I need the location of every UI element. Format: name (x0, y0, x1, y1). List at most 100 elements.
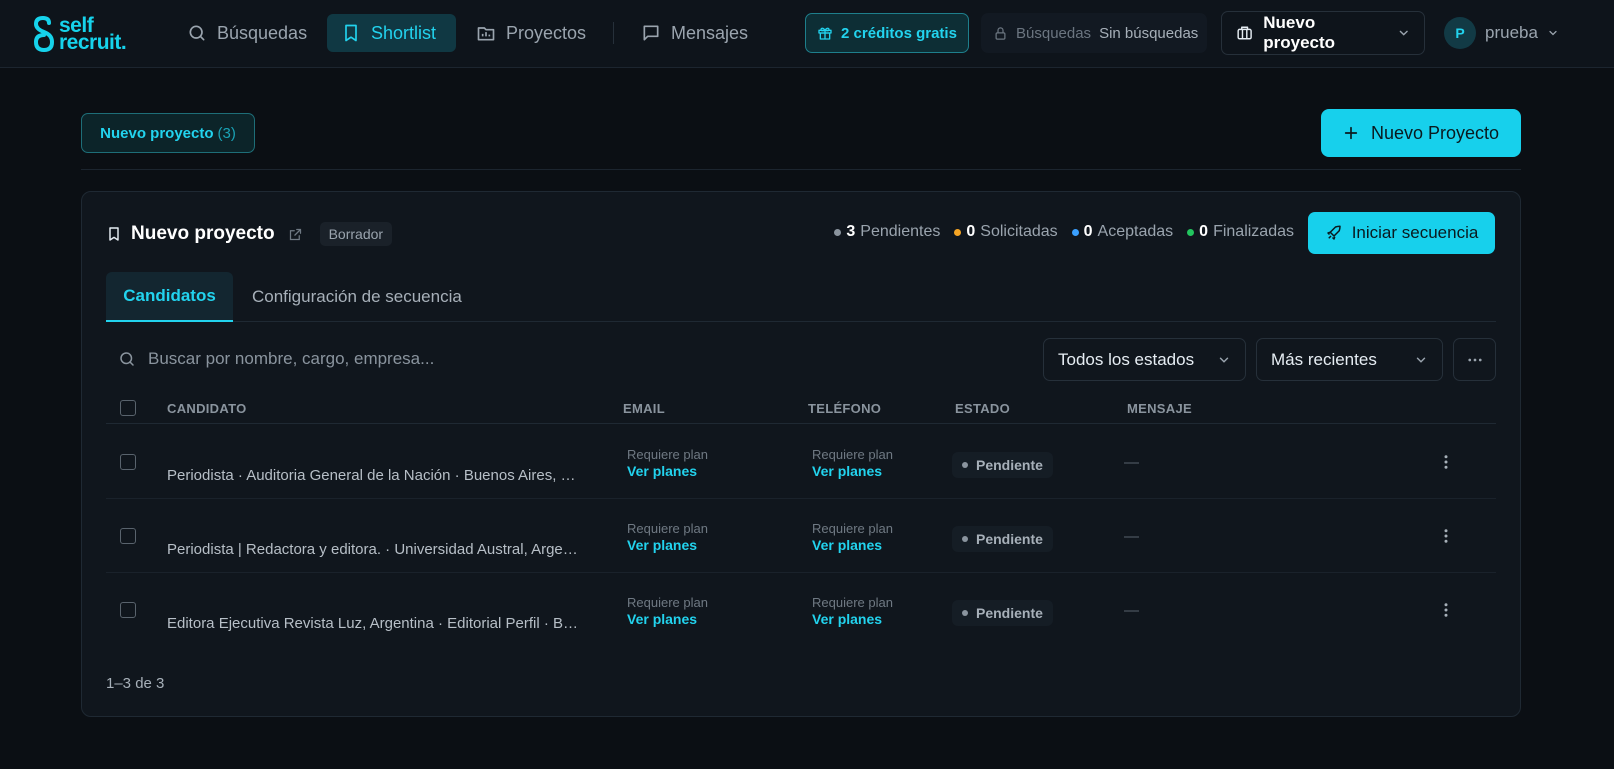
row-checkbox[interactable] (120, 454, 136, 470)
column-header-telefono: TELÉFONO (808, 400, 882, 416)
plus-icon (1344, 126, 1358, 140)
external-link-icon[interactable] (288, 227, 303, 242)
candidate-summary[interactable]: Editora Ejecutiva Revista Luz, Argentina… (167, 615, 582, 632)
status-dot (1071, 228, 1079, 236)
column-header-email: EMAIL (623, 400, 665, 416)
start-sequence-button[interactable]: Iniciar secuencia (1308, 212, 1495, 254)
phone-plans-link[interactable]: Ver planes (812, 611, 893, 628)
stat-count: 0 (966, 223, 976, 240)
bookmark-icon (109, 227, 119, 241)
user-menu[interactable]: P prueba (1444, 16, 1559, 50)
searches-quota-value: Sin búsquedas (1099, 24, 1199, 42)
column-header-estado: ESTADO (955, 400, 1011, 416)
table-row[interactable]: Periodista | Redactora y editora. · Univ… (106, 499, 1496, 573)
nav-proyectos-label: Proyectos (506, 22, 587, 43)
project-selector[interactable]: Nuevo proyecto (1221, 11, 1425, 55)
new-project-button[interactable]: Nuevo Proyecto (1321, 109, 1521, 157)
more-vertical-icon[interactable] (1437, 601, 1455, 619)
stat-pendientes: 3 Pendientes (834, 223, 940, 241)
status-dot (1187, 228, 1195, 236)
project-selector-label: Nuevo proyecto (1263, 13, 1336, 52)
status-filter-value: Todos los estados (1058, 349, 1195, 369)
lock-icon (995, 26, 1006, 40)
phone-cell: Requiere plan Ver planes (812, 446, 893, 480)
email-requires-plan: Requiere plan (627, 447, 708, 462)
nav-proyectos[interactable]: Proyectos (462, 14, 600, 52)
nav-mensajes[interactable]: Mensajes (627, 14, 762, 52)
chevron-down-icon (1549, 30, 1557, 36)
logo-line-2: recruit. (59, 31, 127, 54)
bookmark-icon (345, 24, 357, 42)
logo-mark-icon (33, 16, 55, 52)
status-dot (962, 536, 968, 542)
status-dot (834, 228, 842, 236)
select-all-checkbox[interactable] (120, 400, 136, 416)
free-credits-button[interactable]: 2 créditos gratis (805, 13, 969, 53)
status-dot (954, 228, 962, 236)
nav-shortlist-label: Shortlist (371, 22, 437, 43)
more-vertical-icon[interactable] (1437, 453, 1455, 471)
searches-quota-badge: Búsquedas Sin búsquedas (981, 13, 1207, 53)
avatar: P (1444, 17, 1476, 49)
nav-mensajes-label: Mensajes (671, 22, 749, 43)
email-cell: Requiere plan Ver planes (627, 520, 708, 554)
tab-candidatos[interactable]: Candidatos (106, 272, 233, 322)
project-tab-label: Nuevo proyecto (100, 124, 214, 142)
more-options-button[interactable] (1453, 338, 1496, 381)
message-cell: — (1124, 602, 1139, 619)
pagination-summary: 1–3 de 3 (106, 675, 165, 692)
stat-label: Solicitadas (980, 223, 1058, 240)
message-cell: — (1124, 528, 1139, 545)
free-credits-label: 2 créditos gratis (841, 24, 957, 42)
stat-solicitadas: 0 Solicitadas (954, 223, 1058, 241)
candidate-search (106, 338, 926, 380)
status-badge: Pendiente (952, 526, 1053, 552)
folder-icon (477, 27, 495, 41)
status-label: Pendiente (976, 605, 1043, 621)
phone-requires-plan: Requiere plan (812, 595, 893, 610)
status-filter-select[interactable]: Todos los estados (1043, 338, 1246, 381)
stat-count: 3 (846, 223, 856, 240)
search-input[interactable] (148, 349, 748, 369)
table-row[interactable]: Periodista · Auditoria General de la Nac… (106, 425, 1496, 499)
user-name: prueba (1485, 23, 1538, 42)
status-label: Pendiente (976, 531, 1043, 547)
sort-select[interactable]: Más recientes (1256, 338, 1443, 381)
chevron-down-icon (1416, 357, 1426, 363)
phone-requires-plan: Requiere plan (812, 447, 893, 462)
table-header: CANDIDATO EMAIL TELÉFONO ESTADO MENSAJE (106, 392, 1496, 424)
search-icon (189, 25, 205, 41)
more-vertical-icon[interactable] (1437, 527, 1455, 545)
status-badge: Borrador (319, 222, 393, 246)
column-header-candidato: CANDIDATO (167, 400, 247, 416)
phone-plans-link[interactable]: Ver planes (812, 463, 893, 480)
tab-configuracion-secuencia[interactable]: Configuración de secuencia (252, 272, 462, 322)
briefcase-icon (1237, 26, 1252, 40)
email-plans-link[interactable]: Ver planes (627, 537, 708, 554)
top-navigation-bar: self recruit. Búsquedas Shortlist Proyec… (0, 0, 1614, 68)
nav-busquedas[interactable]: Búsquedas (173, 14, 321, 52)
candidate-summary[interactable]: Periodista | Redactora y editora. · Univ… (167, 541, 582, 558)
status-badge: Pendiente (952, 600, 1053, 626)
project-card: Nuevo proyecto Borrador 3 Pendientes 0 S… (81, 191, 1521, 717)
email-plans-link[interactable]: Ver planes (627, 611, 708, 628)
sort-value: Más recientes (1271, 349, 1377, 369)
project-title: Nuevo proyecto (131, 223, 275, 244)
stat-label: Pendientes (860, 223, 941, 240)
phone-plans-link[interactable]: Ver planes (812, 537, 893, 554)
column-header-mensaje: MENSAJE (1127, 400, 1192, 416)
stat-label: Finalizadas (1213, 223, 1294, 240)
row-checkbox[interactable] (120, 602, 136, 618)
more-horizontal-icon (1467, 358, 1482, 361)
searches-quota-label: Búsquedas (1016, 24, 1092, 42)
row-checkbox[interactable] (120, 528, 136, 544)
nav-shortlist[interactable]: Shortlist (327, 14, 456, 52)
candidate-summary[interactable]: Periodista · Auditoria General de la Nac… (167, 467, 582, 484)
project-tab[interactable]: Nuevo proyecto (3) (81, 113, 255, 153)
email-plans-link[interactable]: Ver planes (627, 463, 708, 480)
nav-divider (613, 22, 614, 44)
selfrecruit-logo[interactable]: self recruit. (32, 14, 127, 54)
stat-count: 0 (1199, 223, 1209, 240)
table-row[interactable]: Editora Ejecutiva Revista Luz, Argentina… (106, 573, 1496, 647)
start-sequence-label: Iniciar secuencia (1351, 223, 1479, 242)
